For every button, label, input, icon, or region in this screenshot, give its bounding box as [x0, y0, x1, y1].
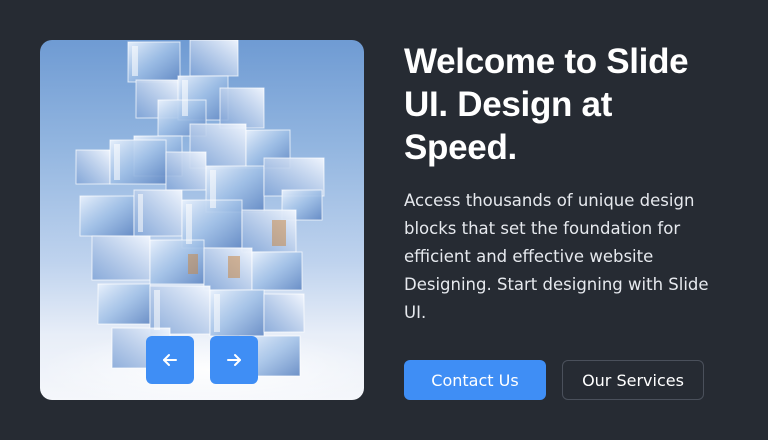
page-headline: Welcome to Slide UI. Design at Speed.	[404, 42, 689, 167]
arrow-left-icon	[163, 354, 177, 366]
our-services-button[interactable]: Our Services	[562, 360, 704, 400]
hero-description: Access thousands of unique design blocks…	[404, 191, 709, 322]
next-slide-button[interactable]	[210, 336, 258, 384]
arrow-right-icon	[227, 354, 241, 366]
contact-us-button[interactable]: Contact Us	[404, 360, 546, 400]
hero-actions: Contact Us Our Services	[404, 360, 704, 400]
hero-content: Welcome to Slide UI. Design at Speed. Ac…	[404, 40, 734, 327]
previous-slide-button[interactable]	[146, 336, 194, 384]
glass-cube-tower-image	[40, 40, 364, 400]
hero-image-card	[40, 40, 364, 400]
